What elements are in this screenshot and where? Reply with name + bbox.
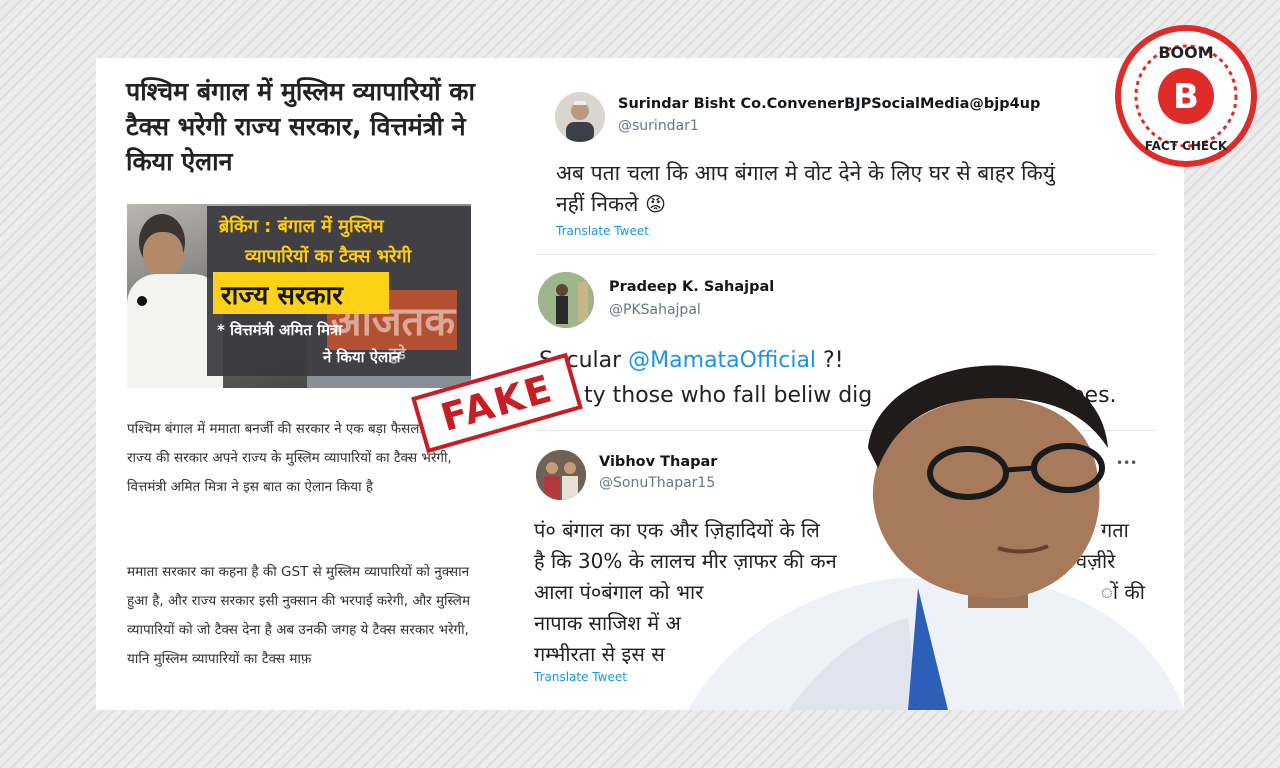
- tweet-3-line-4: नापाक साजिश में अ: [534, 611, 681, 635]
- tweet-1-text-line-1: अब पता चला कि आप बंगाल मे वोट देने के लि…: [556, 161, 1055, 185]
- tweet-3-line-5: गम्भीरता से इस स: [534, 642, 665, 666]
- angry-face-icon: 😡: [645, 192, 666, 216]
- person-icon: [536, 450, 586, 500]
- boom-fact-check-logo: B BOOM FACT CHECK: [1115, 25, 1257, 167]
- politician-portrait: [688, 365, 1184, 710]
- minister-line-2: ने किया ऐलान: [323, 348, 401, 366]
- microphone-icon: [137, 296, 147, 306]
- boom-bottom-text: FACT CHECK: [1145, 139, 1228, 153]
- news-article: पश्चिम बंगाल में मुस्लिम व्यापारियों का …: [96, 58, 496, 710]
- highlight-text: राज्य सरकार: [221, 281, 343, 311]
- tweet-2-name[interactable]: Pradeep K. Sahajpal: [609, 279, 774, 295]
- avatar-vibhov[interactable]: [536, 450, 586, 500]
- tweet-3-translate-link[interactable]: Translate Tweet: [534, 670, 627, 684]
- tweet-divider-1: [536, 254, 1156, 255]
- boom-top-text: BOOM: [1158, 43, 1213, 62]
- article-title: पश्चिम बंगाल में मुस्लिम व्यापारियों का …: [126, 77, 475, 176]
- tweet-1-text-line-2-words: नहीं निकले: [556, 192, 639, 216]
- person-icon: [538, 272, 594, 328]
- avatar-pradeep[interactable]: [538, 272, 594, 328]
- tweet-1-name[interactable]: Surindar Bisht Co.ConvenerBJPSocialMedia…: [618, 96, 1040, 112]
- tweet-1-handle[interactable]: @surindar1: [618, 118, 699, 134]
- tweet-1-text-line-2: नहीं निकले 😡: [556, 190, 666, 218]
- minister-line-1: * वित्तमंत्री अमित मित्रा: [217, 321, 343, 339]
- article-paragraph-2: ममाता सरकार का कहना है की GST से मुस्लिम…: [127, 564, 471, 667]
- boom-letter: B: [1173, 77, 1199, 117]
- person-icon: [566, 101, 594, 142]
- tweet-2-handle[interactable]: @PKSahajpal: [609, 302, 701, 318]
- speaker-face: [143, 232, 183, 276]
- tweet-1-translate-link[interactable]: Translate Tweet: [556, 224, 649, 238]
- avatar-surindar[interactable]: [555, 92, 605, 142]
- news-thumbnail: आजतक टुडे ब्रेकिंग : बंगाल में मुस्लिम व…: [127, 204, 471, 388]
- breaking-line-2: व्यापारियों का टैक्स भरेगी: [245, 246, 412, 267]
- breaking-line-1: ब्रेकिंग : बंगाल में मुस्लिम: [219, 216, 384, 237]
